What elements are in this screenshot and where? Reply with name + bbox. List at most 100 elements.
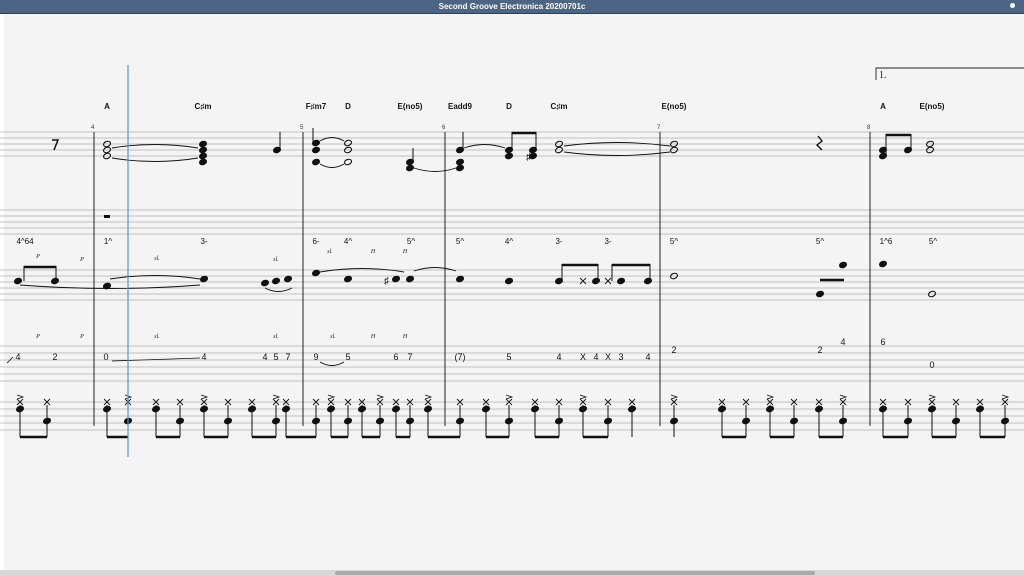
tie <box>463 144 506 149</box>
articulation-mark: sl. <box>154 334 160 340</box>
chord-symbol: Eadd9 <box>448 102 473 111</box>
score-view[interactable]: ♯♯ 1. 4 5 6 7 8 A C♯m F♯m7 D E(no5) Eadd9 D C♯m… <box>0 14 1024 570</box>
window-title: Second Groove Electronica 20200701c <box>438 2 586 11</box>
articulation-mark: sl. <box>154 256 160 262</box>
tie <box>413 167 457 172</box>
chord-symbol: A <box>880 102 886 111</box>
notehead <box>50 277 60 285</box>
tab-number: 4 <box>201 352 206 362</box>
notehead <box>271 277 281 285</box>
notehead <box>343 275 353 283</box>
notehead <box>198 158 208 166</box>
tab-number: 2 <box>52 352 57 362</box>
notehead <box>13 277 23 285</box>
scale-degree: 1^ <box>104 237 112 246</box>
scale-degree: 5^ <box>929 237 937 246</box>
accent-mark <box>327 394 336 400</box>
tab-number: 7 <box>407 352 412 362</box>
tab-number: 2 <box>817 345 822 355</box>
measure-number: 8 <box>867 125 871 131</box>
scale-degree: 3- <box>200 237 207 246</box>
tab-number: 7 <box>285 352 290 362</box>
articulation-mark: sl. <box>273 257 279 263</box>
accent-mark <box>579 394 588 400</box>
articulation-mark: H <box>370 249 376 255</box>
articulation-mark: P <box>79 334 84 340</box>
notehead <box>643 277 653 285</box>
tab-number: 4 <box>593 352 598 362</box>
tie <box>319 361 345 366</box>
scale-degree: 5^ <box>670 237 678 246</box>
notehead <box>455 164 465 172</box>
scale-degree: 4^64 <box>16 237 34 246</box>
chord-symbols: A C♯m F♯m7 D E(no5) Eadd9 D C♯m E(no5) A E(no5) <box>104 102 945 111</box>
articulation-mark: H <box>402 249 408 255</box>
tab-number: (7) <box>455 352 466 362</box>
horizontal-scrollbar[interactable] <box>0 570 1024 576</box>
notehead <box>198 152 208 160</box>
accent-mark <box>505 394 514 400</box>
chord-symbol: D <box>506 102 512 111</box>
tab-number: 6 <box>393 352 398 362</box>
tab-number: X <box>605 352 611 362</box>
scale-degree: 5^ <box>407 237 415 246</box>
sharp-sign: ♯ <box>384 276 389 287</box>
scroll-thumb[interactable] <box>335 571 815 575</box>
tab-number: 4 <box>15 352 20 362</box>
ending-label: 1. <box>879 70 887 81</box>
accent-mark <box>839 394 848 400</box>
notation-marks: ♯♯ <box>6 128 1010 439</box>
articulation-mark: sl. <box>330 334 336 340</box>
accent-mark <box>16 394 25 400</box>
tab-number: 0 <box>929 360 934 370</box>
articulation-mark: H <box>402 334 408 340</box>
tab-number: 6 <box>880 337 885 347</box>
measure-number: 6 <box>442 125 446 131</box>
slide-line <box>111 357 201 362</box>
window-menu-icon[interactable] <box>1010 3 1015 8</box>
accent-mark <box>272 394 281 400</box>
notehead <box>311 146 321 154</box>
chord-symbol: E(no5) <box>662 102 687 111</box>
scale-degree: 3- <box>604 237 611 246</box>
accent-mark <box>424 394 433 400</box>
notehead <box>838 261 848 269</box>
accent-mark <box>200 394 209 400</box>
measure-number: 4 <box>91 125 95 131</box>
chord-symbol: C♯m <box>195 102 212 111</box>
tie <box>413 267 457 272</box>
notehead <box>343 139 353 147</box>
notehead <box>616 277 626 285</box>
notehead <box>311 269 321 277</box>
notehead <box>283 275 293 283</box>
chord-symbol: E(no5) <box>920 102 945 111</box>
scale-degree: 4^ <box>505 237 513 246</box>
tie <box>111 144 199 149</box>
articulation-mark: P <box>35 334 40 340</box>
notehead <box>455 275 465 283</box>
scale-degree: 4^ <box>344 237 352 246</box>
measure-number: 7 <box>657 125 661 131</box>
accent-mark <box>670 394 679 400</box>
notehead <box>455 158 465 166</box>
notehead <box>198 140 208 148</box>
notehead <box>198 146 208 154</box>
tab-number: 5 <box>345 352 350 362</box>
notehead <box>405 275 415 283</box>
staff-articulations: P Psl. sl. sl. H H <box>35 249 408 263</box>
tab-number: 3 <box>618 352 623 362</box>
articulation-mark: P <box>35 254 40 260</box>
notehead <box>504 152 514 160</box>
tab-articulations: P Psl. sl. sl. H H <box>35 334 408 340</box>
scale-degree: 5^ <box>816 237 824 246</box>
articulation-mark: sl. <box>273 334 279 340</box>
scale-degree: 3- <box>555 237 562 246</box>
tab-number: X <box>580 352 586 362</box>
notehead <box>815 290 825 298</box>
cross-notehead <box>604 277 612 285</box>
chord-symbol: E(no5) <box>398 102 423 111</box>
measure-numbers: 4 5 6 7 8 <box>91 125 871 131</box>
notehead <box>311 158 321 166</box>
notehead <box>504 277 514 285</box>
notehead <box>405 164 415 172</box>
